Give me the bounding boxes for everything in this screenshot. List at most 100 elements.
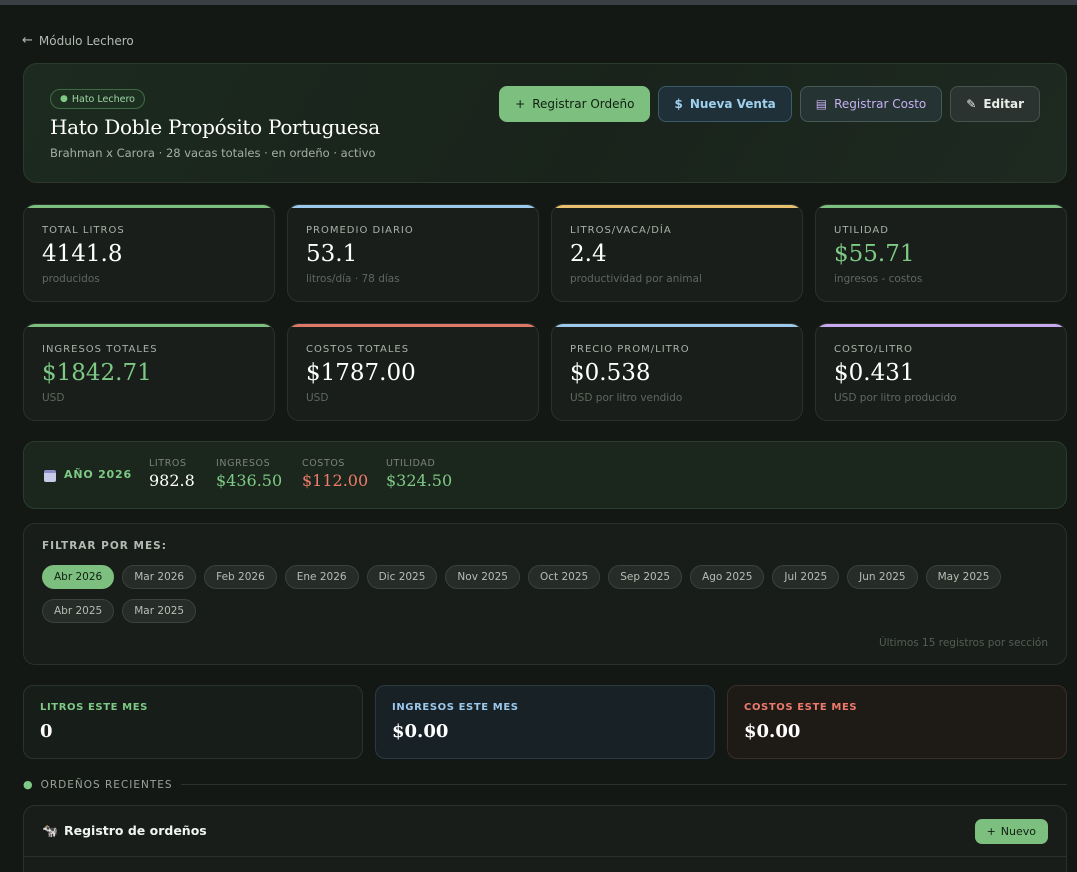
month-chip-abr-2025[interactable]: Abr 2025	[42, 599, 115, 623]
stat-label: PROMEDIO DIARIO	[306, 225, 414, 236]
herd-header-card: ● Hato Lechero Hato Doble Propósito Port…	[23, 63, 1067, 183]
stat-accent-bar	[24, 205, 274, 208]
herd-type-badge: ● Hato Lechero	[50, 89, 145, 109]
month-chip-feb-2026[interactable]: Feb 2026	[204, 565, 277, 589]
year-costos-label: COSTOS	[302, 458, 346, 469]
plus-icon: +	[986, 825, 996, 838]
stat-sub: productividad por animal	[570, 273, 702, 285]
stat-value: $1842.71	[42, 360, 152, 386]
herd-type-badge-label: Hato Lechero	[71, 93, 135, 105]
registrar-costo-button[interactable]: ▤ Registrar Costo	[799, 86, 943, 122]
year-label: AÑO 2026	[64, 468, 132, 481]
month-chip-jul-2025[interactable]: Jul 2025	[772, 565, 840, 589]
records-note: Últimos 15 registros por sección	[878, 637, 1048, 649]
stat-value: $0.431	[834, 360, 915, 386]
costos-este-mes-value: $0.00	[744, 721, 801, 742]
nueva-venta-button[interactable]: $ Nueva Venta	[658, 86, 792, 122]
stat-sub: ingresos - costos	[834, 273, 923, 285]
stat-sub: litros/día · 78 días	[306, 273, 400, 285]
page-title: Hato Doble Propósito Portuguesa	[50, 115, 380, 139]
editar-button[interactable]: ✎ Editar	[950, 86, 1040, 122]
herd-subtitle: Brahman x Carora · 28 vacas totales · en…	[50, 146, 376, 160]
stat-sub: USD	[42, 392, 65, 404]
stat-label: PRECIO PROM/LITRO	[570, 344, 690, 355]
stat-sub: USD	[306, 392, 329, 404]
stat-label: UTILIDAD	[834, 225, 889, 236]
stat-accent-bar	[288, 324, 538, 327]
cow-icon: 🐄	[42, 824, 59, 839]
month-chip-dic-2025[interactable]: Dic 2025	[366, 565, 438, 589]
window-top-bar	[0, 0, 1077, 5]
stat-label: INGRESOS TOTALES	[42, 344, 158, 355]
litros-este-mes-card: LITROS ESTE MES 0	[23, 685, 363, 759]
droplet-icon: ●	[23, 778, 33, 791]
month-filter-card: FILTRAR POR MES: Abr 2026 Mar 2026 Feb 2…	[23, 523, 1067, 665]
year-ingresos: INGRESOS $436.50	[216, 458, 282, 490]
stat-value: 4141.8	[42, 241, 123, 267]
ingresos-este-mes-value: $0.00	[392, 721, 449, 742]
registrar-costo-label: Registrar Costo	[834, 97, 927, 111]
year-utilidad-value: $324.50	[386, 471, 453, 490]
stat-label: TOTAL LITROS	[42, 225, 125, 236]
new-milking-label: Nuevo	[1000, 825, 1036, 838]
costos-este-mes-label: COSTOS ESTE MES	[744, 702, 858, 713]
registrar-ordeno-label: Registrar Ordeño	[532, 97, 635, 111]
stat-sub: USD por litro producido	[834, 392, 957, 404]
stat-value: $1787.00	[306, 360, 416, 386]
stat-accent-bar	[816, 205, 1066, 208]
milking-log-card: 🐄 Registro de ordeños + Nuevo	[23, 805, 1067, 872]
month-chip-ago-2025[interactable]: Ago 2025	[690, 565, 765, 589]
stat-value: 2.4	[570, 241, 607, 267]
plus-icon: +	[515, 97, 526, 111]
stat-litros-vaca-dia: LITROS/VACA/DÍA 2.4 productividad por an…	[551, 204, 803, 302]
year-litros-value: 982.8	[149, 471, 195, 490]
registrar-ordeno-button[interactable]: + Registrar Ordeño	[499, 86, 651, 122]
month-filter-title: FILTRAR POR MES:	[42, 540, 167, 552]
stat-value: 53.1	[306, 241, 358, 267]
calendar-icon	[44, 470, 56, 482]
stat-accent-bar	[552, 324, 802, 327]
back-link[interactable]: ← Módulo Lechero	[22, 33, 134, 48]
year-costos-value: $112.00	[302, 471, 369, 490]
stat-precio-prom-litro: PRECIO PROM/LITRO $0.538 USD por litro v…	[551, 323, 803, 421]
stat-promedio-diario: PROMEDIO DIARIO 53.1 litros/día · 78 día…	[287, 204, 539, 302]
new-milking-button[interactable]: + Nuevo	[974, 819, 1048, 844]
droplet-icon: ●	[60, 94, 68, 104]
stat-label: COSTO/LITRO	[834, 344, 913, 355]
month-chip-sep-2025[interactable]: Sep 2025	[608, 565, 683, 589]
milking-log-title: Registro de ordeños	[64, 823, 207, 838]
divider	[180, 784, 1067, 785]
stat-accent-bar	[816, 324, 1066, 327]
stat-costos-totales: COSTOS TOTALES $1787.00 USD	[287, 323, 539, 421]
stat-costo-litro: COSTO/LITRO $0.431 USD por litro produci…	[815, 323, 1067, 421]
litros-este-mes-value: 0	[40, 721, 53, 742]
stat-utilidad: UTILIDAD $55.71 ingresos - costos	[815, 204, 1067, 302]
stat-sub: USD por litro vendido	[570, 392, 683, 404]
month-chip-oct-2025[interactable]: Oct 2025	[527, 565, 601, 589]
year-utilidad-label: UTILIDAD	[386, 458, 436, 469]
month-chip-ene-2026[interactable]: Ene 2026	[284, 565, 359, 589]
recent-milkings-title: ORDEÑOS RECIENTES	[40, 778, 173, 791]
month-chip-abr-2026[interactable]: Abr 2026	[42, 565, 115, 589]
stat-accent-bar	[552, 205, 802, 208]
stat-accent-bar	[288, 205, 538, 208]
year-utilidad: UTILIDAD $324.50	[386, 458, 452, 490]
month-chip-mar-2026[interactable]: Mar 2026	[122, 565, 197, 589]
year-costos: COSTOS $112.00	[302, 458, 368, 490]
stat-accent-bar	[24, 324, 274, 327]
month-chip-may-2025[interactable]: May 2025	[925, 565, 1002, 589]
ingresos-este-mes-card: INGRESOS ESTE MES $0.00	[375, 685, 715, 759]
stat-label: COSTOS TOTALES	[306, 344, 410, 355]
recent-milkings-section-header: ● ORDEÑOS RECIENTES	[23, 778, 1067, 791]
editar-label: Editar	[983, 97, 1024, 111]
litros-este-mes-label: LITROS ESTE MES	[40, 702, 148, 713]
pencil-icon: ✎	[966, 97, 977, 111]
stat-label: LITROS/VACA/DÍA	[570, 225, 672, 236]
nueva-venta-label: Nueva Venta	[689, 97, 776, 111]
month-chip-jun-2025[interactable]: Jun 2025	[847, 565, 918, 589]
month-chip-nov-2025[interactable]: Nov 2025	[445, 565, 520, 589]
month-chip-list: Abr 2026 Mar 2026 Feb 2026 Ene 2026 Dic …	[42, 565, 1052, 623]
stat-ingresos-totales: INGRESOS TOTALES $1842.71 USD	[23, 323, 275, 421]
stat-sub: producidos	[42, 273, 100, 285]
month-chip-mar-2025[interactable]: Mar 2025	[122, 599, 197, 623]
